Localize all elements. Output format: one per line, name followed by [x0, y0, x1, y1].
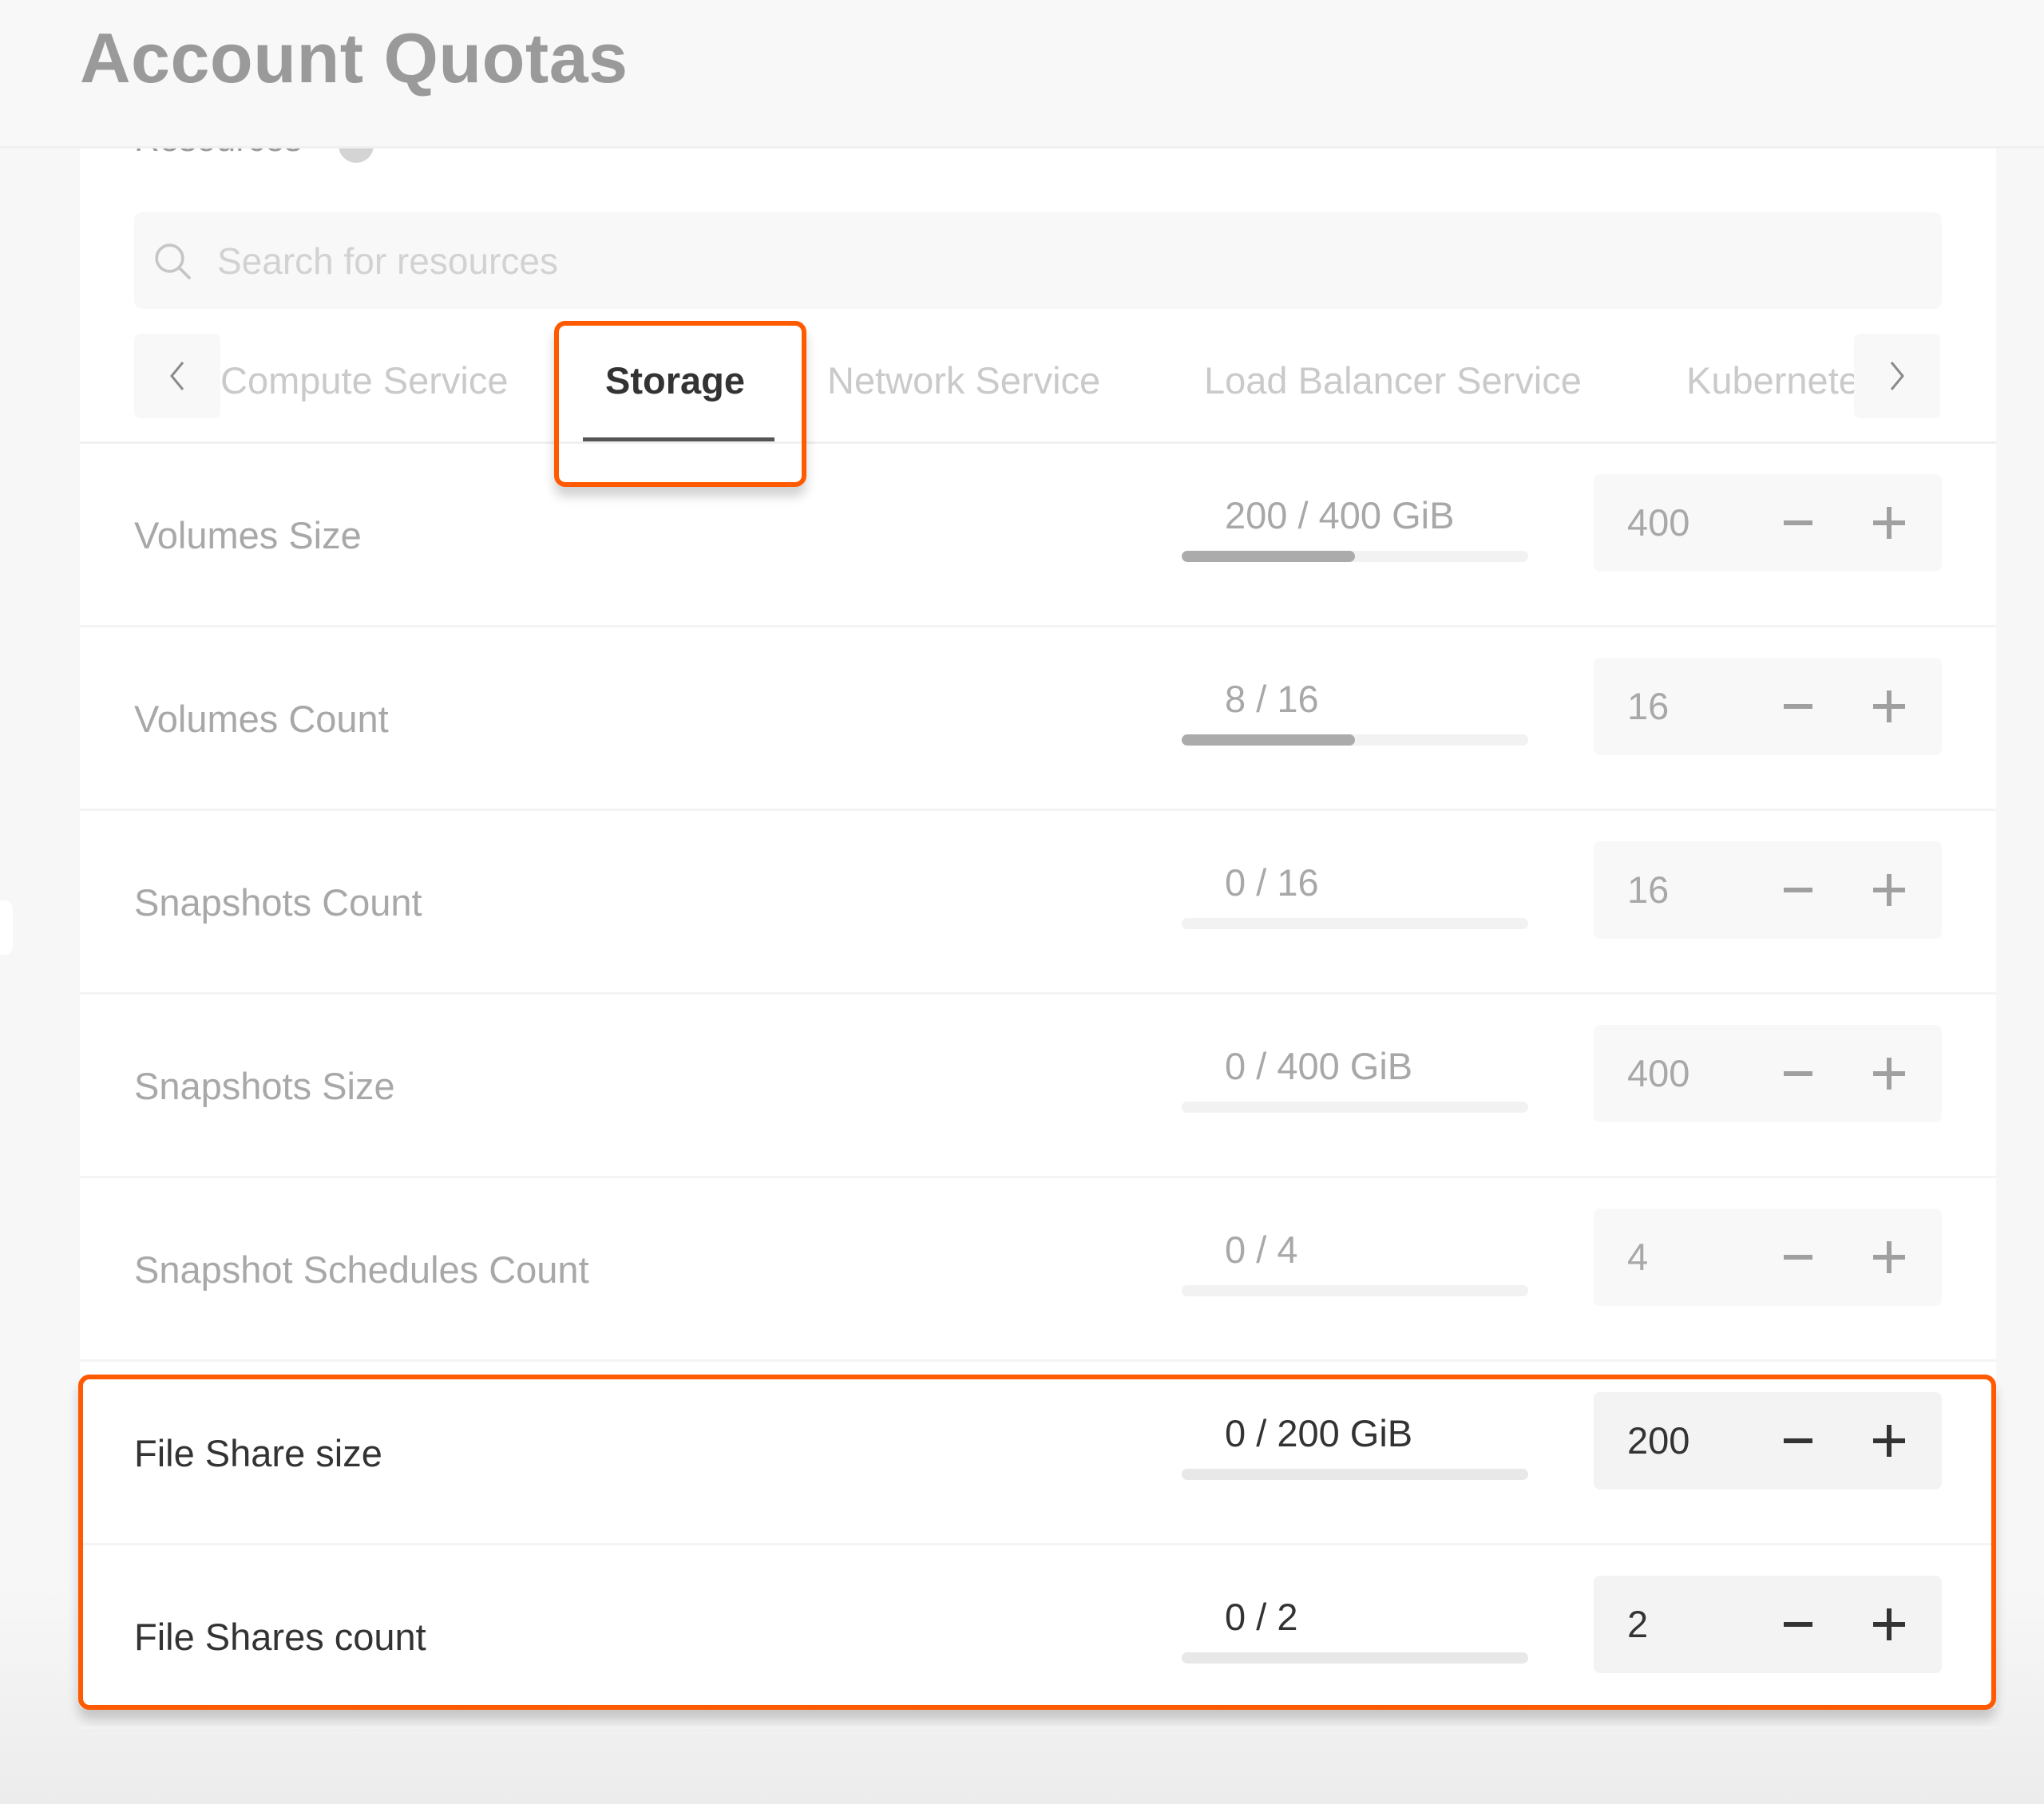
minus-icon: [1784, 888, 1812, 892]
quota-stepper: 400: [1594, 474, 1942, 572]
quota-row: Volumes Count 8 / 16 16: [80, 627, 1996, 811]
minus-icon: [1784, 704, 1812, 709]
decrement-button[interactable]: [1774, 1417, 1822, 1465]
tab-load-balancer-service[interactable]: Load Balancer Service: [1204, 334, 1582, 441]
usage-progress-bar: [1182, 918, 1528, 929]
usage-progress-bar: [1182, 551, 1528, 562]
tabs-scroll-right-button[interactable]: [1854, 334, 1940, 418]
quota-label: Snapshots Size: [134, 1065, 395, 1107]
increment-button[interactable]: [1865, 1233, 1913, 1281]
quota-stepper: 16: [1594, 841, 1942, 939]
search-input[interactable]: [217, 239, 1814, 283]
minus-icon: [1784, 520, 1812, 525]
plus-icon: [1873, 1241, 1905, 1273]
search-icon: [155, 243, 191, 279]
decrement-button[interactable]: [1774, 866, 1822, 914]
tab-compute-service[interactable]: Compute Service: [220, 334, 509, 441]
quota-label: Volumes Count: [134, 698, 389, 740]
quota-usage: 200 / 400 GiB: [1225, 494, 1455, 536]
usage-progress-bar: [1182, 734, 1528, 746]
tab-network-service[interactable]: Network Service: [827, 334, 1100, 441]
plus-icon: [1873, 507, 1905, 539]
quota-label: File Shares count: [134, 1616, 426, 1658]
quota-stepper-input[interactable]: 16: [1627, 658, 1669, 755]
usage-progress-bar: [1182, 1652, 1528, 1664]
increment-button[interactable]: [1865, 682, 1913, 730]
plus-icon: [1873, 1058, 1905, 1090]
increment-button[interactable]: [1865, 1600, 1913, 1648]
page-title: Account Quotas: [80, 18, 628, 97]
decrement-button[interactable]: [1774, 682, 1822, 730]
quota-label: Volumes Size: [134, 514, 362, 556]
increment-button[interactable]: [1865, 1050, 1913, 1098]
decrement-button[interactable]: [1774, 499, 1822, 547]
quota-stepper: 200: [1594, 1392, 1942, 1489]
usage-progress-bar: [1182, 1469, 1528, 1480]
tab-bar: Compute Service Storage Network Service …: [220, 334, 1854, 441]
quota-row: Volumes Size 200 / 400 GiB 400: [80, 444, 1996, 627]
plus-icon: [1873, 1608, 1905, 1640]
quota-usage: 8 / 16: [1225, 678, 1319, 720]
quota-row: Snapshot Schedules Count 0 / 4 4: [80, 1178, 1996, 1362]
quota-row: File Shares count 0 / 2 2: [80, 1545, 1996, 1729]
quota-stepper-input[interactable]: 400: [1627, 474, 1689, 572]
quota-usage: 0 / 2: [1225, 1596, 1298, 1638]
quota-usage: 0 / 400 GiB: [1225, 1045, 1413, 1087]
minus-icon: [1784, 1255, 1812, 1260]
tab-storage[interactable]: Storage: [605, 334, 745, 441]
tabs-scroll-left-button[interactable]: [134, 334, 220, 418]
quota-usage: 0 / 16: [1225, 861, 1319, 904]
decrement-button[interactable]: [1774, 1233, 1822, 1281]
quota-stepper: 2: [1594, 1576, 1942, 1673]
tab-kubernetes[interactable]: Kubernetes: [1686, 334, 1854, 441]
quota-stepper-input[interactable]: 2: [1627, 1576, 1648, 1673]
quota-row: Snapshots Size 0 / 400 GiB 400: [80, 995, 1996, 1178]
quota-stepper: 4: [1594, 1209, 1942, 1306]
side-panel-handle[interactable]: [0, 900, 13, 955]
search-bar: [134, 212, 1942, 309]
quota-row: File Share size 0 / 200 GiB 200: [80, 1362, 1996, 1545]
plus-icon: [1873, 690, 1905, 722]
quota-stepper: 400: [1594, 1025, 1942, 1122]
chevron-right-icon: [1890, 362, 1904, 390]
quota-usage: 0 / 4: [1225, 1228, 1298, 1271]
increment-button[interactable]: [1865, 1417, 1913, 1465]
usage-progress-bar: [1182, 1102, 1528, 1113]
quota-usage: 0 / 200 GiB: [1225, 1412, 1413, 1454]
decrement-button[interactable]: [1774, 1050, 1822, 1098]
minus-icon: [1784, 1071, 1812, 1076]
plus-icon: [1873, 1425, 1905, 1457]
quota-row: Snapshots Count 0 / 16 16: [80, 811, 1996, 995]
quota-stepper-input[interactable]: 4: [1627, 1209, 1648, 1306]
plus-icon: [1873, 874, 1905, 906]
minus-icon: [1784, 1438, 1812, 1443]
quota-stepper: 16: [1594, 658, 1942, 755]
minus-icon: [1784, 1622, 1812, 1627]
usage-progress-fill: [1182, 734, 1355, 746]
usage-progress-fill: [1182, 551, 1355, 562]
quota-label: Snapshot Schedules Count: [134, 1248, 589, 1291]
chevron-left-icon: [170, 362, 184, 390]
usage-progress-bar: [1182, 1285, 1528, 1296]
quota-stepper-input[interactable]: 400: [1627, 1025, 1689, 1122]
increment-button[interactable]: [1865, 866, 1913, 914]
page-header: Account Quotas: [0, 0, 2044, 148]
quota-stepper-input[interactable]: 200: [1627, 1392, 1689, 1489]
quota-label: File Share size: [134, 1432, 382, 1474]
decrement-button[interactable]: [1774, 1600, 1822, 1648]
increment-button[interactable]: [1865, 499, 1913, 547]
quota-stepper-input[interactable]: 16: [1627, 841, 1669, 939]
quota-label: Snapshots Count: [134, 881, 422, 924]
